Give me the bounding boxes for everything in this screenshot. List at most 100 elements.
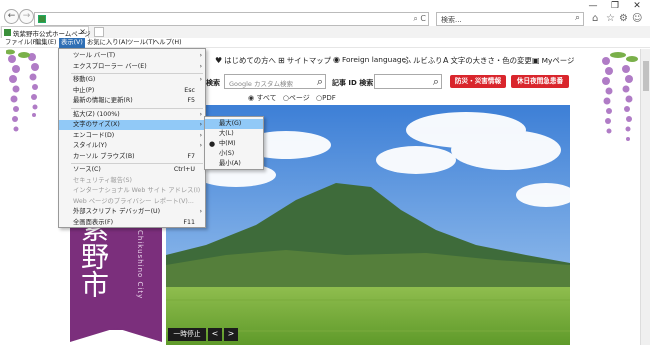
text-size-option[interactable]: 最小(A) <box>205 159 263 169</box>
link-label: Foreign language <box>341 55 407 64</box>
view-menu-item[interactable]: スタイル(Y) › <box>59 141 205 151</box>
close-window-button[interactable]: ✕ <box>626 0 648 12</box>
heart-icon: ♥ <box>215 56 223 65</box>
submenu-arrow-icon: › <box>199 131 202 139</box>
text-size-label: 最大(G) <box>219 120 242 127</box>
view-menu-item[interactable]: 中止(P) Esc <box>59 86 205 96</box>
article-id-label: 記事 ID 検索 <box>332 79 374 87</box>
tab-favicon <box>4 29 11 36</box>
menu-view[interactable]: 表示(V) <box>59 38 85 48</box>
tab-close-icon[interactable]: × <box>79 27 86 36</box>
view-menu-item[interactable]: 最新の情報に更新(R) F5 <box>59 96 205 106</box>
refresh-icon[interactable]: C <box>420 14 426 23</box>
radio-label: ページ <box>288 94 310 102</box>
menu-item-label: 拡大(Z) (100%) <box>73 110 120 118</box>
link-first-time[interactable]: ♥ はじめての方へ <box>215 55 276 66</box>
wisteria-left-decoration <box>6 49 39 132</box>
feedback-smile-icon[interactable]: ☺ <box>632 13 642 24</box>
view-menu-item[interactable]: エクスプローラー バー(E) › <box>59 62 205 72</box>
browser-search-placeholder: 検索... <box>441 16 462 24</box>
search-dropdown-icon[interactable]: ⌕ <box>413 14 417 23</box>
link-label: 文字の大きさ・色の変更 <box>450 56 532 65</box>
submenu-arrow-icon: › <box>199 110 202 118</box>
search-icon[interactable]: ⌕ <box>433 75 439 89</box>
search-scope-radios: ◉ すべて ○ページ ○PDF <box>248 93 336 103</box>
text-size-option[interactable]: 最大(G) <box>205 119 263 129</box>
browser-search-box[interactable]: 検索... ⌕ <box>436 12 584 26</box>
link-text-size-color[interactable]: A 文字の大きさ・色の変更 <box>443 55 532 66</box>
search-icon[interactable]: ⌕ <box>317 75 323 89</box>
link-my-page[interactable]: ▣ Myページ <box>532 55 574 66</box>
view-menu-item[interactable]: インターナショナル Web サイト アドレス(I) <box>59 186 205 196</box>
radio-label: すべて <box>256 94 277 102</box>
radio-pdf[interactable]: ○PDF <box>316 94 336 102</box>
menu-item-shortcut: F5 <box>187 97 195 104</box>
home-icon[interactable]: ⌂ <box>592 13 598 24</box>
link-foreign-language[interactable]: ◉ Foreign language <box>333 55 406 64</box>
menu-separator <box>71 107 203 109</box>
search-icon[interactable]: ⌕ <box>575 13 580 23</box>
view-menu-item[interactable]: 外部スクリプト デバッガー(U) › <box>59 207 205 217</box>
text-size-option[interactable]: ● 中(M) <box>205 139 263 149</box>
google-search-input[interactable]: Google カスタム検索 ⌕ <box>224 74 326 89</box>
slideshow-pause-button[interactable]: 一時停止 <box>168 328 206 341</box>
ruby-icon: ふ <box>403 56 411 65</box>
menu-item-label: Web ページのプライバシー レポート(V)... <box>73 197 194 205</box>
view-menu-item[interactable]: ソース(C) Ctrl+U <box>59 165 205 175</box>
menu-item-shortcut: F7 <box>187 152 195 160</box>
menu-item-label: 全画面表示(F) <box>73 218 114 226</box>
link-ruby[interactable]: ふルビふり <box>403 55 443 66</box>
view-menu-item[interactable]: 拡大(Z) (100%) › <box>59 110 205 120</box>
menu-item-label: スタイル(Y) <box>73 142 107 149</box>
menu-favorites[interactable]: お気に入り(A) <box>85 38 130 48</box>
view-menu-item[interactable]: 移動(G) › <box>59 75 205 85</box>
menu-edit[interactable]: 編集(E) <box>33 38 59 48</box>
view-menu-item[interactable]: セキュリティ報告(S) <box>59 176 205 186</box>
menu-item-label: 外部スクリプト デバッガー(U) <box>73 208 161 215</box>
back-button[interactable]: ← <box>4 9 19 24</box>
restore-button[interactable]: ❐ <box>604 0 626 12</box>
link-sitemap[interactable]: ⊞ サイトマップ <box>278 55 331 66</box>
holiday-emergency-button[interactable]: 休日夜間急患番 <box>511 75 569 88</box>
radio-all[interactable]: ◉ すべて <box>248 94 277 102</box>
minimize-button[interactable]: — <box>582 0 604 12</box>
slideshow-next-button[interactable]: > <box>224 328 238 341</box>
slideshow-prev-button[interactable]: < <box>208 328 222 341</box>
menu-item-label: 文字のサイズ(X) <box>73 121 120 128</box>
new-tab-button[interactable] <box>94 27 104 37</box>
address-bar[interactable]: ⌕ C <box>34 12 429 26</box>
menu-help[interactable]: ヘルプ(H) <box>151 38 184 48</box>
submenu-arrow-icon: › <box>199 76 202 83</box>
view-menu-item[interactable]: エンコード(D) › <box>59 131 205 141</box>
link-label: Myページ <box>541 56 575 65</box>
sitemap-icon: ⊞ <box>278 56 285 65</box>
radio-page[interactable]: ○ページ <box>283 94 310 102</box>
text-size-option[interactable]: 小(S) <box>205 149 263 159</box>
banner-ribbon-tail <box>70 328 162 342</box>
address-tools[interactable]: ⌕ C <box>413 14 426 24</box>
view-menu-item[interactable]: 文字のサイズ(X) › <box>59 120 205 130</box>
view-menu-item[interactable]: Web ページのプライバシー レポート(V)... <box>59 197 205 207</box>
submenu-arrow-icon: › <box>199 208 202 215</box>
link-label: サイトマップ <box>286 56 332 65</box>
article-id-input[interactable]: ⌕ <box>374 74 442 89</box>
disaster-info-button[interactable]: 防災・災害情報 <box>450 75 506 88</box>
menu-item-label: インターナショナル Web サイト アドレス(I) <box>73 187 201 194</box>
settings-gear-icon[interactable]: ⚙ <box>619 13 628 24</box>
menu-item-label: ツール バー(T) <box>73 52 116 59</box>
text-size-label: 大(L) <box>219 130 234 137</box>
view-menu-item[interactable]: ツール バー(T) › <box>59 51 205 61</box>
link-label: ルビふり <box>413 56 443 65</box>
vertical-scrollbar[interactable] <box>640 49 650 345</box>
forward-button[interactable]: → <box>19 9 34 24</box>
scrollbar-thumb[interactable] <box>643 61 649 91</box>
view-menu-item[interactable]: カーソル ブラウズ(B) F7 <box>59 152 205 162</box>
text-size-option[interactable]: 大(L) <box>205 129 263 139</box>
menu-item-label: 中止(P) <box>73 86 95 94</box>
menu-item-label: カーソル ブラウズ(B) <box>73 152 135 160</box>
view-menu-item[interactable]: 全画面表示(F) F11 <box>59 218 205 228</box>
favorites-star-icon[interactable]: ☆ <box>606 13 615 24</box>
submenu-arrow-icon: › <box>199 121 202 128</box>
wisteria-right-decoration <box>602 52 638 141</box>
browser-tab[interactable]: 筑紫野市公式ホームページ × <box>1 26 91 38</box>
